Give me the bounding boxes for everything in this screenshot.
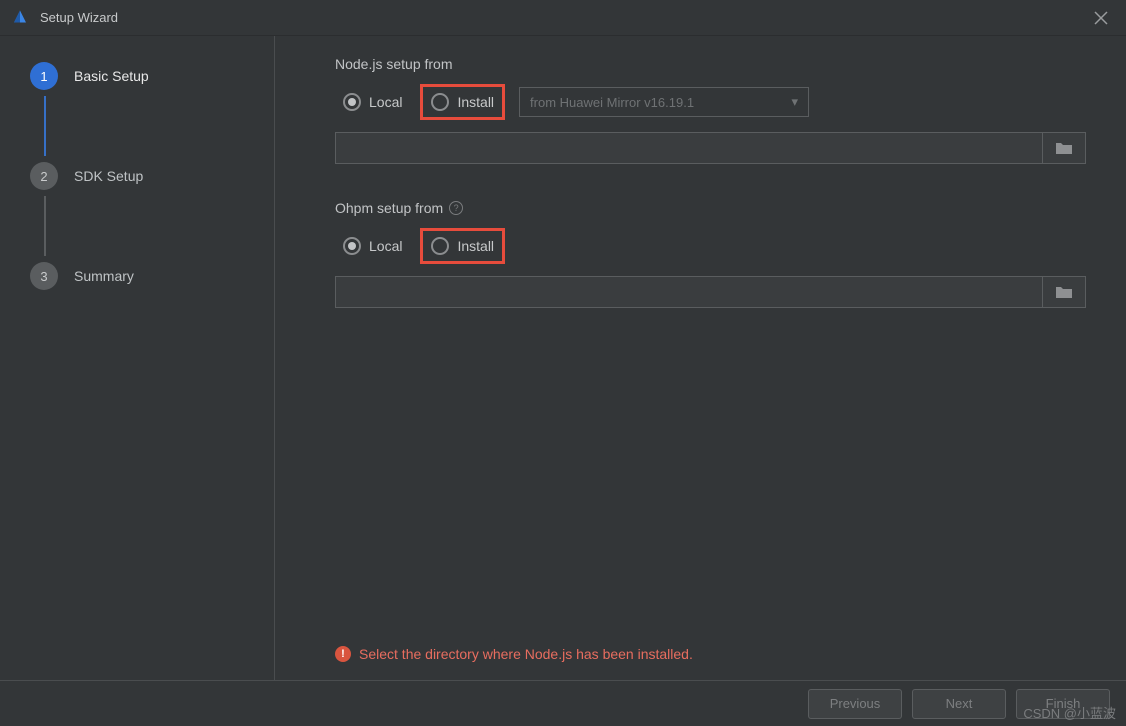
step-connector bbox=[44, 196, 46, 256]
nodejs-path-input[interactable] bbox=[335, 132, 1042, 164]
radio-icon bbox=[431, 237, 449, 255]
nodejs-path-row bbox=[335, 132, 1086, 164]
error-icon: ! bbox=[335, 646, 351, 662]
nodejs-radio-local[interactable]: Local bbox=[335, 87, 410, 117]
close-icon bbox=[1094, 11, 1108, 25]
ohpm-radio-install[interactable]: Install bbox=[420, 228, 505, 264]
radio-label-local: Local bbox=[369, 94, 402, 110]
radio-label-local: Local bbox=[369, 238, 402, 254]
finish-button[interactable]: Finish bbox=[1016, 689, 1110, 719]
titlebar: Setup Wizard bbox=[0, 0, 1126, 36]
error-text: Select the directory where Node.js has b… bbox=[359, 646, 693, 662]
ohpm-section-text: Ohpm setup from bbox=[335, 200, 443, 216]
folder-icon bbox=[1055, 141, 1073, 155]
radio-icon bbox=[431, 93, 449, 111]
step-number: 1 bbox=[30, 62, 58, 90]
step-number: 3 bbox=[30, 262, 58, 290]
dropdown-selected-text: from Huawei Mirror v16.19.1 bbox=[530, 95, 694, 110]
nodejs-section-text: Node.js setup from bbox=[335, 56, 453, 72]
step-number: 2 bbox=[30, 162, 58, 190]
step-label: SDK Setup bbox=[74, 168, 143, 184]
ohpm-path-row bbox=[335, 276, 1086, 308]
step-connector bbox=[44, 96, 46, 156]
step-sdk-setup[interactable]: 2 SDK Setup bbox=[30, 156, 274, 196]
wizard-footer: Previous Next Finish bbox=[0, 680, 1126, 726]
radio-label-install: Install bbox=[457, 238, 494, 254]
ohpm-radio-local[interactable]: Local bbox=[335, 231, 410, 261]
folder-icon bbox=[1055, 285, 1073, 299]
close-button[interactable] bbox=[1086, 3, 1116, 33]
ohpm-radio-row: Local Install bbox=[335, 228, 1086, 264]
app-icon bbox=[10, 8, 30, 28]
error-message: ! Select the directory where Node.js has… bbox=[335, 646, 693, 662]
nodejs-version-dropdown[interactable]: from Huawei Mirror v16.19.1 ▾ bbox=[519, 87, 809, 117]
window-title: Setup Wizard bbox=[40, 10, 1086, 25]
nodejs-radio-row: Local Install from Huawei Mirror v16.19.… bbox=[335, 84, 1086, 120]
next-button[interactable]: Next bbox=[912, 689, 1006, 719]
radio-icon bbox=[343, 93, 361, 111]
chevron-down-icon: ▾ bbox=[792, 94, 799, 110]
previous-button[interactable]: Previous bbox=[808, 689, 902, 719]
ohpm-browse-button[interactable] bbox=[1042, 276, 1086, 308]
step-label: Summary bbox=[74, 268, 134, 284]
wizard-content: Node.js setup from Local Install from Hu… bbox=[275, 36, 1126, 680]
nodejs-browse-button[interactable] bbox=[1042, 132, 1086, 164]
radio-label-install: Install bbox=[457, 94, 494, 110]
nodejs-section-label: Node.js setup from bbox=[335, 56, 1086, 72]
step-summary[interactable]: 3 Summary bbox=[30, 256, 274, 296]
help-icon[interactable]: ? bbox=[449, 201, 463, 215]
ohpm-path-input[interactable] bbox=[335, 276, 1042, 308]
step-basic-setup[interactable]: 1 Basic Setup bbox=[30, 56, 274, 96]
step-label: Basic Setup bbox=[74, 68, 149, 84]
radio-icon bbox=[343, 237, 361, 255]
wizard-steps-sidebar: 1 Basic Setup 2 SDK Setup 3 Summary bbox=[0, 36, 275, 680]
ohpm-section-label: Ohpm setup from ? bbox=[335, 200, 1086, 216]
nodejs-radio-install[interactable]: Install bbox=[420, 84, 505, 120]
